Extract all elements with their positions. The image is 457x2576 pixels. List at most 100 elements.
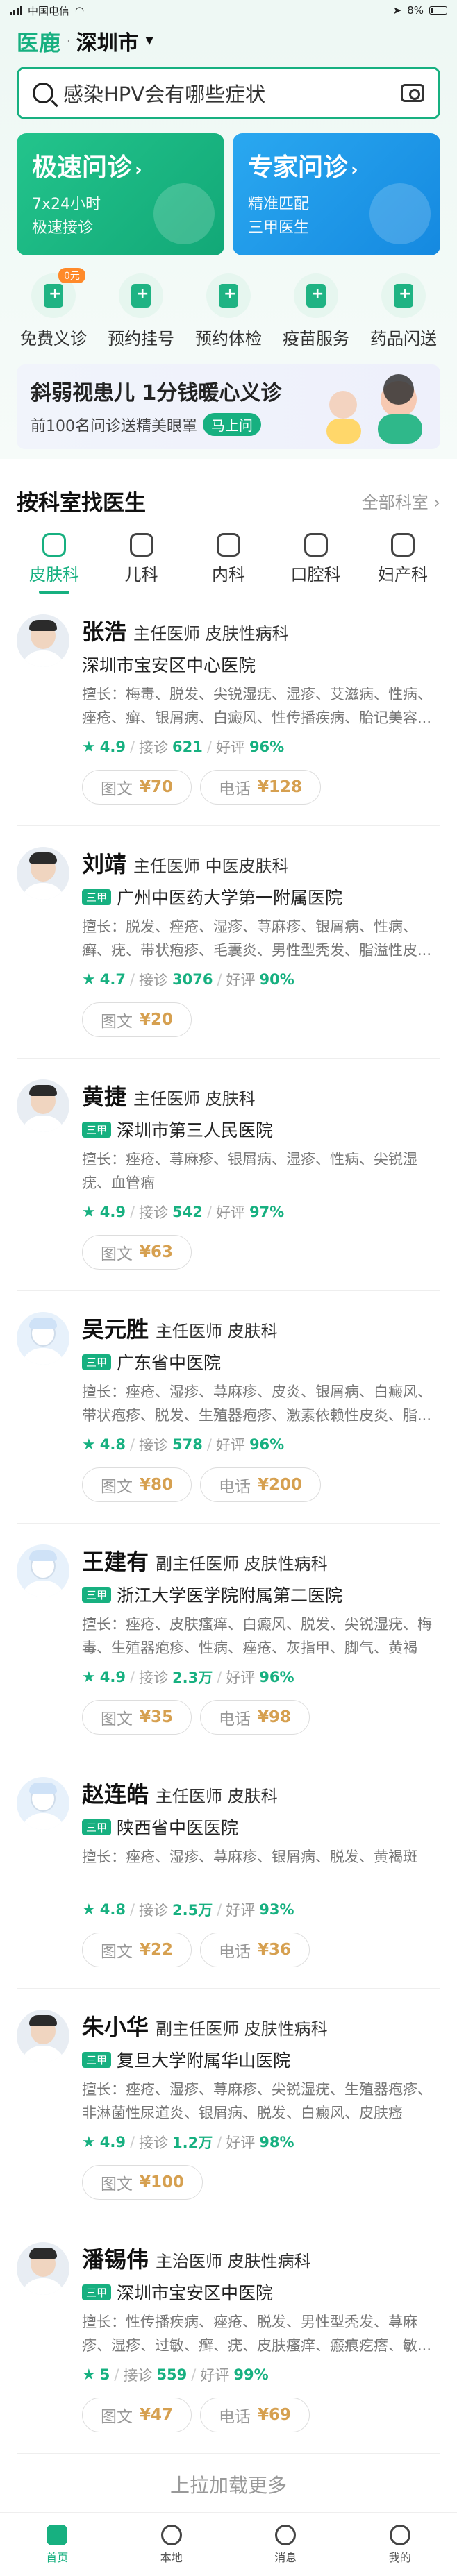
nav-home[interactable]: 首页 xyxy=(19,2524,95,2565)
star-icon: ★ xyxy=(82,738,96,756)
doctor-card[interactable]: 刘靖 主任医师 中医皮肤科 三甲 广州中医药大学第一附属医院 擅长：脱发、痤疮、湿… xyxy=(17,826,440,1059)
quick-vaccine[interactable]: 疫苗服务 xyxy=(272,273,360,349)
caret-down-icon[interactable]: ▼ xyxy=(146,35,153,47)
chevron-right-icon: › xyxy=(351,160,358,180)
doctor-avatar xyxy=(17,2242,69,2295)
doctor-card[interactable]: 潘锡伟 主治医师 皮肤性病科 三甲 深圳市宝安区中医院 擅长：性传播疾病、痤疮、脱… xyxy=(17,2221,440,2454)
doctor-stats: ★ 4.8 / 接诊 2.5万 / 好评 93% xyxy=(82,1899,440,1920)
fast-consult-card[interactable]: 极速问诊 › 7x24小时 极速接诊 xyxy=(17,133,224,255)
good-rate: 96% xyxy=(259,1669,294,1685)
star-icon: ★ xyxy=(82,1668,96,1686)
all-depts-link[interactable]: 全部科室 › xyxy=(362,489,440,513)
doctor-title: 主任医师 皮肤性病科 xyxy=(133,624,289,643)
visit-count: 578 xyxy=(172,1436,203,1453)
price-row: 图文 ¥35 电话 ¥98 xyxy=(82,1700,440,1735)
quick-register[interactable]: 预约挂号 xyxy=(97,273,185,349)
grade-badge: 三甲 xyxy=(82,2051,112,2068)
consult-price-button[interactable]: 电话 ¥128 xyxy=(200,770,322,805)
nav-local[interactable]: 本地 xyxy=(133,2524,210,2565)
doctor-name: 刘靖 xyxy=(82,851,127,877)
consult-price-button[interactable]: 图文 ¥22 xyxy=(82,1933,192,1967)
doctor-card[interactable]: 张浩 主任医师 皮肤性病科 深圳市宝安区中心医院 擅长：梅毒、脱发、尖锐湿疣、湿… xyxy=(17,594,440,826)
hospital-name: 陕西省中医医院 xyxy=(117,1818,239,1838)
price-row: 图文 ¥63 xyxy=(82,1235,440,1270)
quick-free-clinic[interactable]: 0元 免费义诊 xyxy=(10,268,97,349)
doctor-title: 主任医师 皮肤科 xyxy=(156,1322,278,1341)
tab-dental[interactable]: 口腔科 xyxy=(281,533,351,594)
consult-price-button[interactable]: 电话 ¥98 xyxy=(200,1700,310,1735)
rating: 4.9 xyxy=(99,2134,126,2150)
internal-icon xyxy=(217,533,240,557)
doctor-avatar xyxy=(17,1312,69,1365)
consult-price-button[interactable]: 图文 ¥100 xyxy=(82,2165,203,2200)
doctor-card[interactable]: 赵连皓 主任医师 皮肤科 三甲 陕西省中医医院 擅长：痤疮、湿疹、荨麻疹、银屑病、… xyxy=(17,1756,440,1989)
grade-badge: 三甲 xyxy=(82,1586,112,1603)
tab-skin[interactable]: 皮肤科 xyxy=(19,533,89,594)
doctor-card[interactable]: 吴元胜 主任医师 皮肤科 三甲 广东省中医院 擅长：痤疮、湿疹、荨麻疹、皮炎、银屑… xyxy=(17,1291,440,1524)
doctor-title: 副主任医师 皮肤性病科 xyxy=(156,2019,328,2039)
hospital-name: 深圳市第三人民医院 xyxy=(117,1120,274,1140)
tab-pediatrics[interactable]: 儿科 xyxy=(107,533,176,594)
good-rate: 93% xyxy=(259,1901,294,1918)
doctor-card[interactable]: 王建有 副主任医师 皮肤性病科 三甲 浙江大学医学院附属第二医院 擅长：痤疮、皮肤… xyxy=(17,1524,440,1756)
doctor-title: 主任医师 皮肤科 xyxy=(133,1089,256,1109)
doctor-card[interactable]: 黄捷 主任医师 皮肤科 三甲 深圳市第三人民医院 擅长：痤疮、荨麻疹、银屑病、湿疹… xyxy=(17,1059,440,1291)
status-bar: 中国电信 ◠ ➤ 8% xyxy=(0,0,457,21)
consult-price-button[interactable]: 图文 ¥63 xyxy=(82,1235,192,1270)
tab-gynecology[interactable]: 妇产科 xyxy=(368,533,438,594)
doctor-name: 黄捷 xyxy=(82,1084,127,1110)
consult-price-button[interactable]: 电话 ¥200 xyxy=(200,1467,322,1502)
hospital-name: 深圳市宝安区中医院 xyxy=(117,2283,274,2303)
visit-count: 2.3万 xyxy=(172,1669,213,1686)
app-logo: 医鹿 xyxy=(17,31,61,56)
search-bar[interactable]: 感染HPV会有哪些症状 xyxy=(17,67,440,119)
banner-button[interactable]: 马上问 xyxy=(203,413,261,436)
nav-messages[interactable]: 消息 xyxy=(247,2524,324,2565)
hospital-name: 广州中医药大学第一附属医院 xyxy=(117,888,343,908)
consult-price-button[interactable]: 电话 ¥69 xyxy=(200,2398,310,2432)
badge-icon xyxy=(369,183,431,244)
price-row: 图文 ¥22 电话 ¥36 xyxy=(82,1933,440,1967)
battery-percent: 8% xyxy=(407,4,424,17)
consult-price-button[interactable]: 电话 ¥36 xyxy=(200,1933,310,1967)
doctor-skill: 擅长：脱发、痤疮、湿疹、荨麻疹、银屑病、性病、癣、疣、带状疱疹、毛囊炎、男性型秃… xyxy=(82,918,432,959)
price-row: 图文 ¥100 xyxy=(82,2165,440,2200)
nav-profile[interactable]: 我的 xyxy=(362,2524,438,2565)
good-rate: 99% xyxy=(233,2366,269,2383)
consult-price-button[interactable]: 图文 ¥70 xyxy=(82,770,192,805)
quick-checkup[interactable]: 预约体检 xyxy=(185,273,272,349)
consult-cards: 极速问诊 › 7x24小时 极速接诊 专家问诊 › 精准匹配 三甲医生 xyxy=(17,133,440,255)
rating: 4.8 xyxy=(99,1436,126,1453)
consult-price-button[interactable]: 图文 ¥35 xyxy=(82,1700,192,1735)
rating: 4.9 xyxy=(99,1204,126,1220)
consult-price-button[interactable]: 图文 ¥20 xyxy=(82,1002,192,1037)
chevron-right-icon: › xyxy=(135,160,142,180)
doctor-title: 副主任医师 皮肤性病科 xyxy=(156,1554,328,1574)
rating: 4.8 xyxy=(99,1901,126,1918)
city-selector[interactable]: 深圳市 xyxy=(76,26,139,56)
doctor-skill: 擅长：梅毒、脱发、尖锐湿疣、湿疹、艾滋病、性病、痤疮、癣、银屑病、白癜风、性传播… xyxy=(82,686,432,726)
doctor-title: 主任医师 中医皮肤科 xyxy=(133,857,289,876)
grade-badge: 三甲 xyxy=(82,2284,112,2300)
camera-icon[interactable] xyxy=(401,84,424,102)
visit-count: 1.2万 xyxy=(172,2135,213,2151)
price-row: 图文 ¥70 电话 ¥128 xyxy=(82,770,440,805)
quick-entries: 0元 免费义诊 预约挂号 预约体检 疫苗服务 药品闪送 xyxy=(0,255,457,349)
search-input[interactable]: 感染HPV会有哪些症状 xyxy=(63,78,391,108)
quick-medicine[interactable]: 药品闪送 xyxy=(360,273,447,349)
consult-price-button[interactable]: 图文 ¥47 xyxy=(82,2398,192,2432)
visit-count: 2.5万 xyxy=(172,1902,213,1919)
visit-count: 559 xyxy=(156,2366,188,2383)
promo-banner[interactable]: 斜弱视患儿 1分钱暖心义诊 前100名问诊送精美眼罩 马上问 xyxy=(17,364,440,449)
doctor-title: 主任医师 皮肤科 xyxy=(156,1787,278,1806)
rating: 5 xyxy=(99,2366,110,2383)
rating: 4.9 xyxy=(99,1669,126,1685)
tab-internal[interactable]: 内科 xyxy=(194,533,263,594)
consult-price-button[interactable]: 图文 ¥80 xyxy=(82,1467,192,1502)
doctor-child-illustration xyxy=(326,374,422,444)
expert-consult-card[interactable]: 专家问诊 › 精准匹配 三甲医生 xyxy=(233,133,440,255)
doctor-avatar xyxy=(17,1079,69,1132)
doctor-card[interactable]: 朱小华 副主任医师 皮肤性病科 三甲 复旦大学附属华山医院 擅长：痤疮、湿疹、荨麻… xyxy=(17,1989,440,2221)
star-icon: ★ xyxy=(82,1436,96,1454)
doctor-avatar xyxy=(17,2010,69,2062)
